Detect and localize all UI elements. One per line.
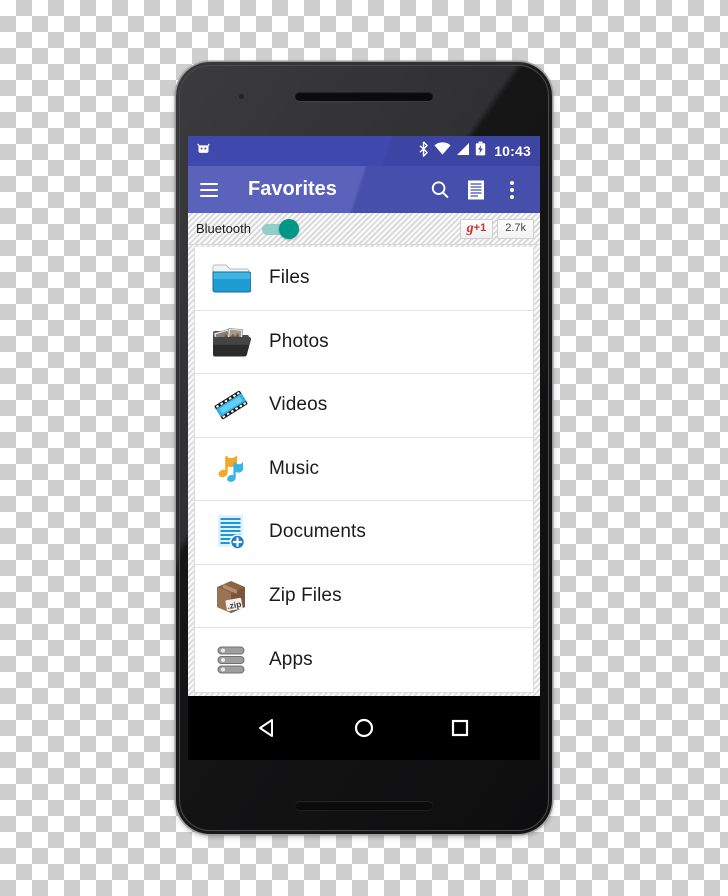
list-item-label: Apps xyxy=(269,648,313,670)
list-item-photos[interactable]: Photos xyxy=(195,310,533,374)
list-item-zip-files[interactable]: .zip Zip Files xyxy=(195,564,533,628)
list-item-label: Photos xyxy=(269,330,329,352)
overflow-menu-icon[interactable] xyxy=(494,170,530,210)
recents-square-icon[interactable] xyxy=(438,706,482,750)
android-navigation-bar xyxy=(188,696,540,760)
page-title: Favorites xyxy=(248,178,337,200)
plusone-count-badge[interactable]: 2.7k xyxy=(497,218,534,239)
film-strip-icon xyxy=(209,383,253,427)
plusone-g-letter: g xyxy=(466,220,474,236)
earpiece-speaker-slot xyxy=(295,92,433,101)
google-plusone-widget: g +1 2.7k xyxy=(459,218,534,239)
list-item-files[interactable]: Files xyxy=(195,247,533,311)
bluetooth-plusone-strip: Bluetooth g +1 2.7k xyxy=(188,213,540,245)
favorites-list-area: Files Photos Videos Music Documents .zip… xyxy=(188,245,540,696)
hamburger-menu-icon[interactable] xyxy=(200,177,226,203)
zip-box-icon: .zip xyxy=(209,574,253,618)
google-plusone-button[interactable]: g +1 xyxy=(459,218,494,239)
list-item-label: Zip Files xyxy=(269,584,342,606)
list-item-label: Files xyxy=(269,267,310,289)
cellular-signal-icon xyxy=(456,142,470,161)
front-camera-icon xyxy=(238,93,245,100)
status-bar-icons: 10:43 xyxy=(418,140,531,162)
phone-screen: 10:43 Favorites Bluetooth g +1 2.7k File… xyxy=(188,136,540,760)
list-item-apps[interactable]: Apps xyxy=(195,628,533,692)
svg-text:.zip: .zip xyxy=(226,599,242,611)
document-add-icon xyxy=(209,510,253,554)
toggle-thumb xyxy=(278,218,299,239)
status-bar-clock: 10:43 xyxy=(494,143,531,159)
back-triangle-icon[interactable] xyxy=(246,706,290,750)
list-item-music[interactable]: Music xyxy=(195,437,533,501)
battery-icon xyxy=(475,141,486,161)
bottom-speaker-slot xyxy=(295,801,433,810)
bluetooth-toggle-switch[interactable] xyxy=(261,218,303,239)
photo-folder-icon xyxy=(209,320,253,364)
home-circle-icon[interactable] xyxy=(342,706,386,750)
search-icon[interactable] xyxy=(422,170,458,210)
bluetooth-icon xyxy=(418,140,429,162)
blue-folder-icon xyxy=(209,256,253,300)
list-item-documents[interactable]: Documents xyxy=(195,501,533,565)
status-bar: 10:43 xyxy=(188,136,540,166)
wifi-icon xyxy=(434,141,451,161)
app-bar: Favorites xyxy=(188,166,540,213)
phone-device-frame: 10:43 Favorites Bluetooth g +1 2.7k File… xyxy=(176,62,552,834)
apps-stack-icon xyxy=(209,638,253,682)
notification-area xyxy=(196,141,418,161)
list-item-label: Videos xyxy=(269,394,328,416)
list-item-label: Music xyxy=(269,457,320,479)
list-item-videos[interactable]: Videos xyxy=(195,374,533,438)
favorites-list-card: Files Photos Videos Music Documents .zip… xyxy=(194,247,534,693)
plusone-plus-label: +1 xyxy=(473,222,487,234)
android-robot-icon xyxy=(196,141,211,161)
music-notes-icon xyxy=(209,447,253,491)
list-item-label: Documents xyxy=(269,521,366,543)
list-view-icon[interactable] xyxy=(458,170,494,210)
bluetooth-label: Bluetooth xyxy=(196,221,251,236)
